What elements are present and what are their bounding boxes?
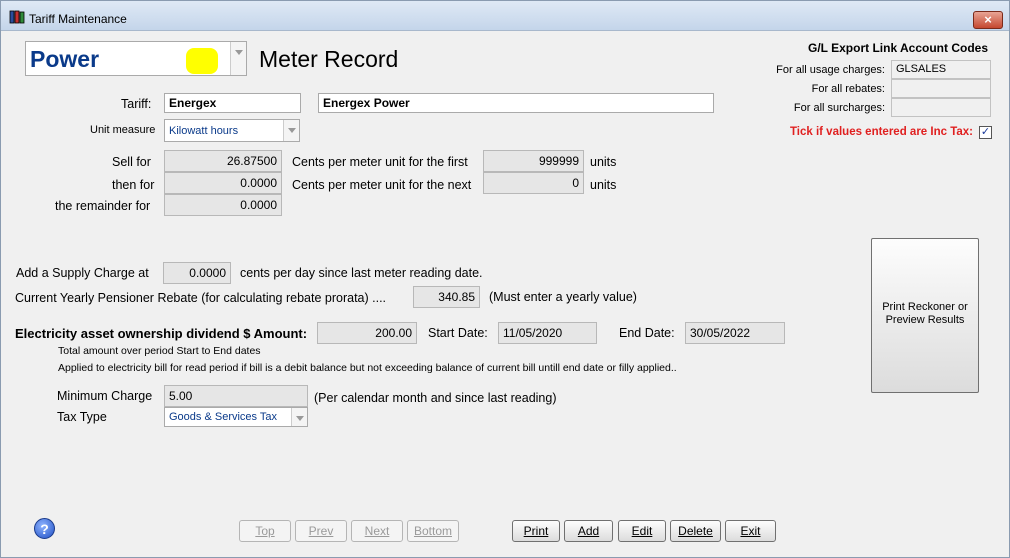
delete-button[interactable]: Delete [670, 520, 721, 542]
tariff-code-input[interactable]: Energex [164, 93, 301, 113]
then-for-input[interactable]: 0.0000 [164, 172, 282, 194]
dividend-label: Electricity asset ownership dividend $ A… [15, 326, 308, 341]
dividend-amount-input[interactable]: 200.00 [317, 322, 417, 344]
tax-type-select[interactable]: Goods & Services Tax [164, 407, 308, 427]
dividend-note-2: Applied to electricity bill for read per… [58, 362, 677, 374]
minimum-charge-label: Minimum Charge [57, 389, 153, 403]
check-icon: ✓ [980, 126, 991, 138]
tax-type-value: Goods & Services Tax [169, 411, 278, 423]
top-label: Top [255, 524, 275, 538]
bottom-label: Bottom [413, 524, 452, 538]
print-reckoner-label: Print Reckoner or Preview Results [882, 301, 968, 326]
close-button[interactable]: × [973, 11, 1003, 29]
help-icon[interactable]: ? [34, 518, 55, 539]
window-title: Tariff Maintenance [29, 12, 127, 26]
utility-select[interactable]: Power [25, 41, 247, 76]
next-label: Next [364, 524, 390, 538]
next-units-input[interactable]: 0 [483, 172, 584, 194]
start-date-input[interactable]: 11/05/2020 [498, 322, 597, 344]
bottom-button[interactable]: Bottom [407, 520, 459, 542]
tax-type-label: Tax Type [57, 410, 107, 424]
gl-surcharges-label: For all surcharges: [793, 102, 885, 114]
delete-label: Delete [678, 524, 713, 538]
gl-rebates-field[interactable] [891, 79, 991, 98]
gl-rebates-label: For all rebates: [811, 83, 885, 95]
tariff-name-input[interactable]: Energex Power [318, 93, 714, 113]
add-label: Add [577, 524, 600, 538]
minimum-charge-input[interactable]: 5.00 [164, 385, 308, 407]
supply-charge-input[interactable]: 0.0000 [163, 262, 231, 284]
prev-button[interactable]: Prev [295, 520, 347, 542]
utility-value: Power [30, 46, 100, 72]
remainder-for-label: the remainder for [55, 199, 151, 213]
end-date-label: End Date: [619, 326, 675, 340]
sell-for-input[interactable]: 26.87500 [164, 150, 282, 172]
edit-label: Edit [631, 524, 653, 538]
units-label-2: units [590, 178, 617, 192]
gl-surcharges-field[interactable] [891, 98, 991, 117]
supply-charge-suffix: cents per day since last meter reading d… [240, 266, 483, 280]
top-button[interactable]: Top [239, 520, 291, 542]
highlight-mark [186, 48, 218, 74]
chevron-down-icon[interactable] [230, 42, 246, 75]
prev-label: Prev [308, 524, 334, 538]
gl-heading: G/L Export Link Account Codes [808, 41, 989, 55]
minimum-charge-suffix: (Per calendar month and since last readi… [314, 391, 557, 405]
unit-measure-value: Kilowatt hours [169, 125, 239, 137]
pensioner-rebate-input[interactable]: 340.85 [413, 286, 480, 308]
help-glyph: ? [40, 521, 49, 537]
unit-measure-select[interactable]: Kilowatt hours [164, 119, 300, 142]
supply-charge-label: Add a Supply Charge at [16, 266, 149, 280]
exit-label: Exit [740, 524, 761, 538]
unit-measure-label: Unit measure [90, 124, 156, 136]
inc-tax-label: Tick if values entered are Inc Tax: [789, 126, 973, 138]
units-label-1: units [590, 155, 617, 169]
print-button[interactable]: Print [512, 520, 560, 542]
edit-button[interactable]: Edit [618, 520, 666, 542]
print-label: Print [523, 524, 549, 538]
add-button[interactable]: Add [564, 520, 613, 542]
tariff-maintenance-window: Tariff Maintenance × Power Meter Record … [0, 0, 1010, 558]
page-title: Meter Record [259, 46, 399, 72]
books-icon [9, 10, 25, 24]
tariff-label: Tariff: [121, 97, 152, 111]
end-date-input[interactable]: 30/05/2022 [685, 322, 785, 344]
print-reckoner-button[interactable]: Print Reckoner or Preview Results [871, 238, 979, 393]
inc-tax-checkbox[interactable]: ✓ [979, 126, 992, 139]
remainder-for-input[interactable]: 0.0000 [164, 194, 282, 216]
first-units-label: Cents per meter unit for the first [292, 155, 468, 169]
gl-usage-label: For all usage charges: [776, 64, 885, 76]
first-units-input[interactable]: 999999 [483, 150, 584, 172]
chevron-down-icon[interactable] [291, 408, 307, 426]
title-bar: Tariff Maintenance × [1, 1, 1009, 31]
sell-for-label: Sell for [112, 155, 151, 169]
dividend-note-1: Total amount over period Start to End da… [58, 345, 261, 357]
chevron-down-icon[interactable] [283, 120, 299, 141]
next-button[interactable]: Next [351, 520, 403, 542]
gl-usage-field[interactable]: GLSALES [891, 60, 991, 79]
start-date-label: Start Date: [428, 326, 488, 340]
then-for-label: then for [112, 178, 155, 192]
exit-button[interactable]: Exit [725, 520, 776, 542]
pensioner-rebate-label: Current Yearly Pensioner Rebate (for cal… [15, 291, 387, 305]
pensioner-rebate-suffix: (Must enter a yearly value) [489, 290, 637, 304]
next-units-label: Cents per meter unit for the next [292, 178, 472, 192]
